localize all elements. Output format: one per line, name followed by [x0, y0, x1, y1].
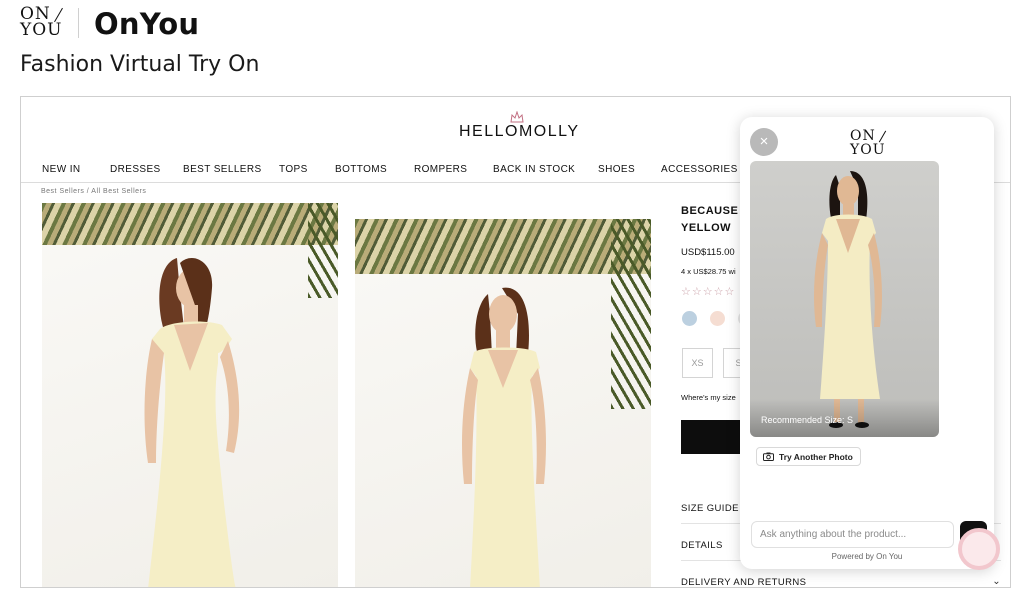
widget-logo-line-you: YOU	[850, 142, 886, 158]
accordion-details-label: DETAILS	[681, 540, 723, 551]
logo-divider	[78, 8, 79, 38]
brand-name: OnYou	[94, 7, 200, 41]
chat-launcher-button[interactable]	[958, 528, 1000, 570]
model-figure-1	[144, 257, 240, 587]
color-swatch-blue[interactable]	[682, 311, 697, 326]
product-title-line2: YELLOW	[681, 222, 732, 234]
widget-logo-line-on: ON	[850, 128, 876, 144]
store-logo-text: HELLOMOLLY	[459, 123, 580, 140]
product-price: USD$115.00	[681, 247, 735, 258]
photo-leaves	[355, 219, 651, 274]
accordion-delivery[interactable]: DELIVERY AND RETURNS ⌄	[681, 576, 1001, 588]
chat-input[interactable]	[751, 521, 954, 548]
onyou-logo: ON YOU	[20, 6, 66, 40]
try-another-photo-button[interactable]: Try Another Photo	[756, 447, 861, 466]
close-icon[interactable]: ×	[750, 128, 778, 156]
color-swatch-peach[interactable]	[710, 311, 725, 326]
installments-text: 4 x US$28.75 wi	[681, 267, 736, 276]
breadcrumb[interactable]: Best Sellers / All Best Sellers	[41, 188, 146, 195]
nav-item-shoes[interactable]: SHOES	[598, 164, 635, 175]
product-photo-1[interactable]	[42, 203, 338, 587]
model-figure-2	[462, 287, 546, 587]
size-help-link[interactable]: Where's my size	[681, 393, 736, 402]
widget-logo: ON YOU	[850, 129, 894, 159]
app-header: ON YOU OnYou Fashion Virtual Try On	[0, 0, 1024, 90]
photo-leaves	[42, 203, 338, 245]
nav-item-bottoms[interactable]: BOTTOMS	[335, 164, 387, 175]
nav-item-back-in-stock[interactable]: BACK IN STOCK	[493, 164, 575, 175]
nav-item-best-sellers[interactable]: BEST SELLERS	[183, 164, 262, 175]
photo-leaves-side	[308, 203, 338, 298]
page-subtitle: Fashion Virtual Try On	[20, 52, 260, 77]
nav-item-new-in[interactable]: NEW IN	[42, 164, 81, 175]
size-option-xs[interactable]: XS	[682, 348, 713, 378]
try-another-photo-label: Try Another Photo	[779, 451, 853, 462]
product-photo-2[interactable]	[355, 219, 651, 587]
nav-item-rompers[interactable]: ROMPERS	[414, 164, 467, 175]
rating-stars[interactable]: ☆☆☆☆☆	[681, 285, 735, 298]
tryon-widget: × ON YOU Recommended Size: S Try Another…	[740, 117, 994, 569]
logo-line-you: YOU	[20, 20, 63, 40]
nav-item-accessories[interactable]: ACCESSORIES	[661, 164, 738, 175]
accordion-size-guide-label: SIZE GUIDE A	[681, 503, 749, 514]
accordion-delivery-label: DELIVERY AND RETURNS	[681, 577, 807, 588]
chevron-down-icon: ⌄	[992, 576, 1001, 587]
store-logo[interactable]: HELLOMOLLY	[459, 111, 580, 143]
powered-by-label: Powered by On You	[831, 552, 903, 561]
recommended-size-label: Recommended Size: S	[761, 415, 854, 425]
camera-icon	[763, 452, 774, 461]
photo-leaves-side	[611, 219, 651, 409]
tryon-result-image: Recommended Size: S	[750, 161, 939, 437]
nav-item-dresses[interactable]: DRESSES	[110, 164, 161, 175]
tryon-model-figure	[814, 171, 882, 428]
crown-icon	[510, 111, 524, 123]
nav-item-tops[interactable]: TOPS	[279, 164, 308, 175]
